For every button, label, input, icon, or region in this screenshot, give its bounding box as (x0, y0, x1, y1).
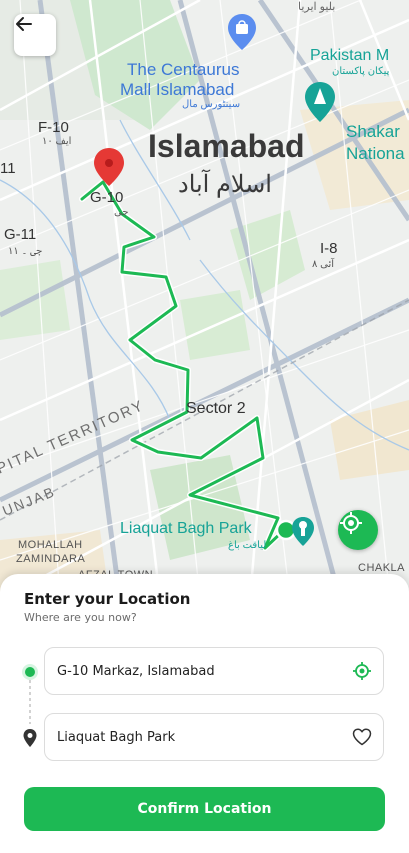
shakar-label-line1: Shakar (346, 122, 400, 141)
sector-f10-label: F-10 (38, 119, 69, 136)
urdu-area-label: بلیو ایریا (298, 1, 336, 13)
sector-g10-urdu-label: جی (114, 207, 129, 218)
favorite-button[interactable] (351, 726, 373, 748)
destination-input[interactable] (57, 714, 337, 760)
centaurus-urdu-label: سینٹورس مال (182, 99, 241, 110)
sheet-title: Enter your Location (24, 590, 191, 608)
origin-dot-icon (22, 664, 38, 680)
sector-11-label: 11 (0, 160, 16, 177)
sector-i8-label: I-8 (320, 240, 338, 257)
shakar-label-line2: Nationa (346, 144, 405, 163)
pakistan-monument-urdu-label: پیکان پاکستان (332, 66, 390, 77)
sheet-subtitle: Where are you now? (24, 611, 137, 624)
destination-field[interactable] (44, 713, 384, 761)
location-sheet: Enter your Location Where are you now? G… (0, 574, 409, 853)
sector-f10-urdu-label: ایف ۱۰ (42, 136, 72, 147)
sector-2-label: Sector 2 (186, 400, 246, 417)
origin-field[interactable] (44, 647, 384, 695)
crosshair-icon (340, 512, 362, 534)
centaurus-label-line1: The Centaurus (127, 60, 240, 79)
confirm-location-button[interactable]: Confirm Location (24, 787, 385, 831)
sector-g11-label: G-11 (4, 226, 37, 243)
map-pin-icon (23, 729, 37, 747)
city-name-label: Islamabad (148, 128, 305, 164)
map-locate-button[interactable] (338, 510, 378, 550)
back-button[interactable] (14, 14, 56, 56)
sector-i8-urdu-label: آئی ۸ (312, 259, 335, 270)
heart-icon (352, 728, 372, 746)
chakla-label: CHAKLA (358, 562, 406, 574)
liaquat-park-label: Liaquat Bagh Park (120, 520, 252, 537)
origin-locate-button[interactable] (351, 660, 373, 682)
city-name-urdu-label: اسلام آباد (178, 171, 272, 198)
pakistan-monument-label: Pakistan M (310, 47, 390, 64)
sector-g10-label: G-10 (90, 189, 124, 206)
sector-g11-urdu-label: جی ۔ ۱۱ (8, 246, 42, 257)
crosshair-icon (353, 662, 371, 680)
mohalla-label-line2: ZAMINDARA (16, 553, 86, 565)
map-view[interactable]: بلیو ایریا The Centaurus Mall Islamabad … (0, 0, 409, 600)
centaurus-label-line2: Mall Islamabad (120, 80, 235, 99)
mohalla-label-line1: MOHALLAH (18, 539, 83, 551)
arrow-left-icon (16, 17, 32, 31)
liaquat-park-urdu-label: لیاقت باغ (228, 540, 267, 551)
origin-input[interactable] (57, 648, 337, 694)
